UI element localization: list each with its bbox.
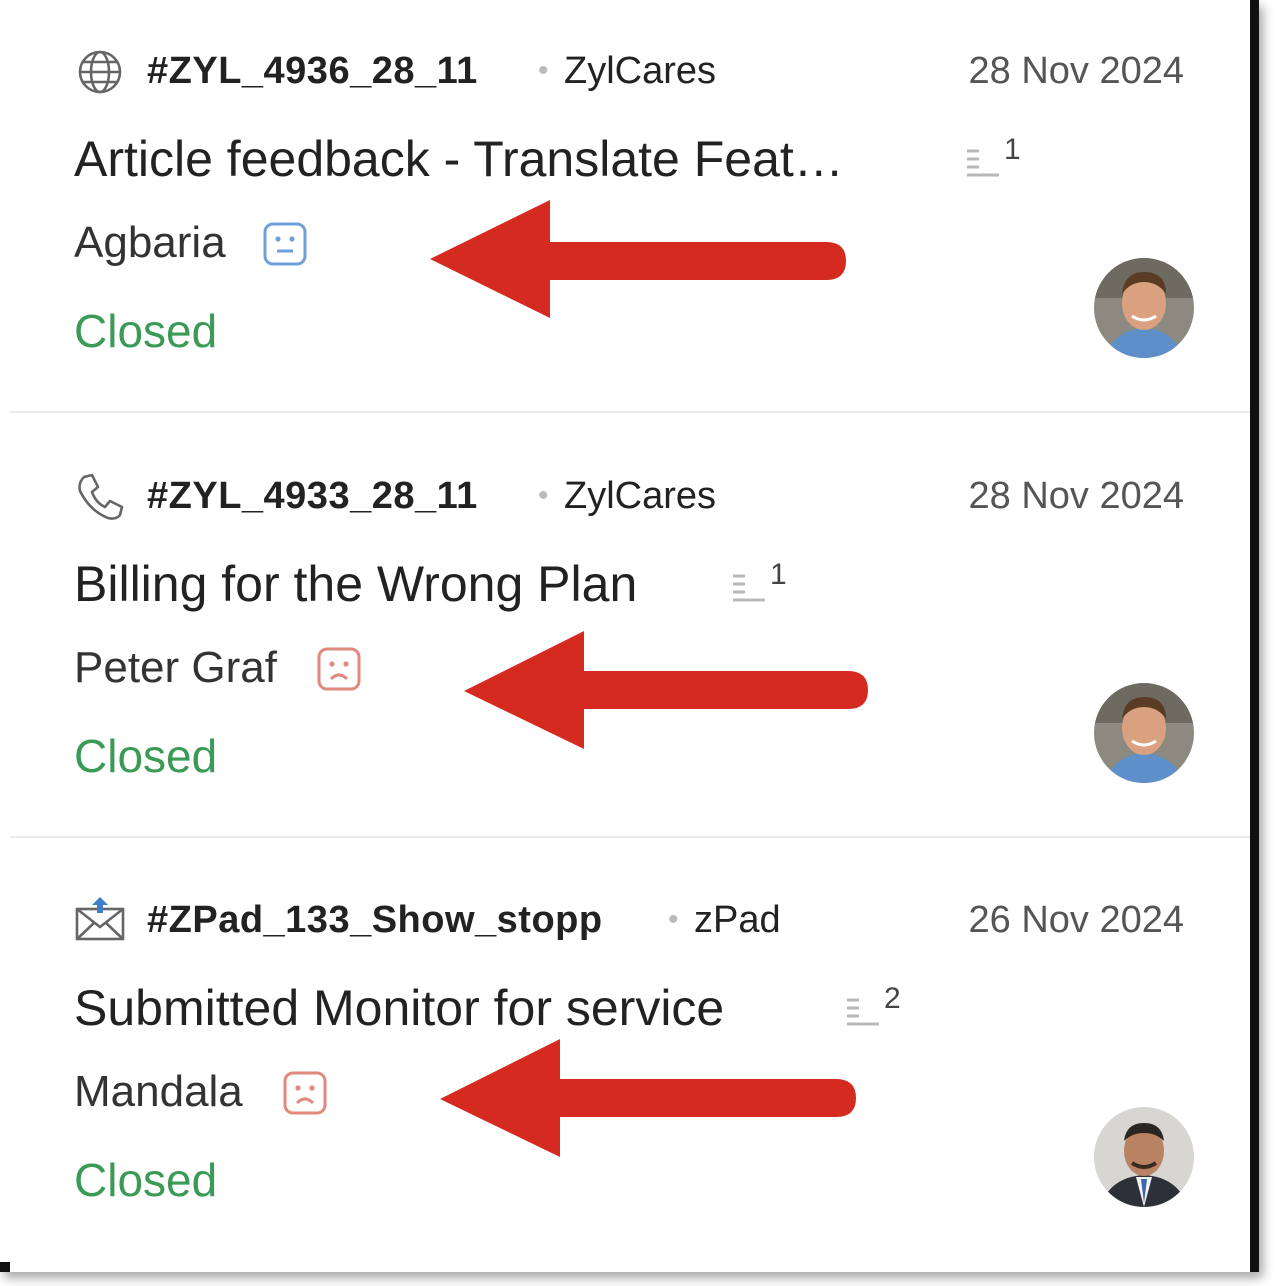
separator-dot: • (538, 479, 549, 512)
department-name: ZylCares (564, 475, 717, 517)
contact-name[interactable]: Mandala (74, 1067, 243, 1117)
thread-count-icon (847, 998, 879, 1026)
sad-face-icon (283, 1071, 327, 1115)
thread-count-icon (967, 149, 999, 177)
globe-icon (78, 50, 122, 94)
row-divider (10, 836, 1250, 838)
thread-count: 2 (884, 982, 901, 1015)
agent-avatar[interactable] (1094, 258, 1194, 358)
ticket-row[interactable]: #ZPad_133_Show_stopp • zPad 26 Nov 2024 … (10, 849, 1250, 1272)
ticket-subject[interactable]: Article feedback - Translate Feat… (74, 130, 844, 188)
email-icon (75, 897, 125, 941)
sad-face-icon (317, 647, 361, 691)
separator-dot: • (668, 903, 679, 936)
row-divider (10, 411, 1250, 413)
contact-name[interactable]: Agbaria (74, 218, 226, 268)
phone-icon (78, 473, 124, 520)
ticket-subject[interactable]: Submitted Monitor for service (74, 979, 724, 1037)
neutral-face-icon (263, 222, 307, 266)
red-arrow-annotation (464, 631, 868, 749)
agent-avatar[interactable] (1094, 1107, 1194, 1207)
ticket-id[interactable]: #ZYL_4936_28_11 (147, 50, 478, 93)
contact-name[interactable]: Peter Graf (74, 643, 277, 693)
separator-dot: • (538, 54, 549, 87)
ticket-subject[interactable]: Billing for the Wrong Plan (74, 555, 637, 613)
thread-count: 1 (1004, 133, 1021, 166)
ticket-date: 28 Nov 2024 (968, 50, 1185, 92)
ticket-date: 28 Nov 2024 (968, 475, 1185, 517)
ticket-row[interactable]: #ZYL_4933_28_11 • ZylCares 28 Nov 2024 B… (10, 425, 1250, 848)
ticket-row[interactable]: #ZYL_4936_28_11 • ZylCares 28 Nov 2024 A… (10, 0, 1250, 423)
department-name: zPad (694, 899, 781, 941)
department-name: ZylCares (564, 50, 717, 92)
ticket-date: 26 Nov 2024 (968, 899, 1185, 941)
thread-count-icon (733, 574, 765, 602)
red-arrow-annotation (430, 200, 846, 318)
red-arrow-annotation (440, 1039, 856, 1157)
status-label: Closed (74, 730, 218, 782)
thread-count: 1 (770, 558, 787, 591)
status-label: Closed (74, 305, 218, 357)
agent-avatar[interactable] (1094, 683, 1194, 783)
ticket-id[interactable]: #ZYL_4933_28_11 (147, 475, 478, 518)
ticket-id[interactable]: #ZPad_133_Show_stopp (147, 899, 603, 942)
status-label: Closed (74, 1154, 218, 1206)
